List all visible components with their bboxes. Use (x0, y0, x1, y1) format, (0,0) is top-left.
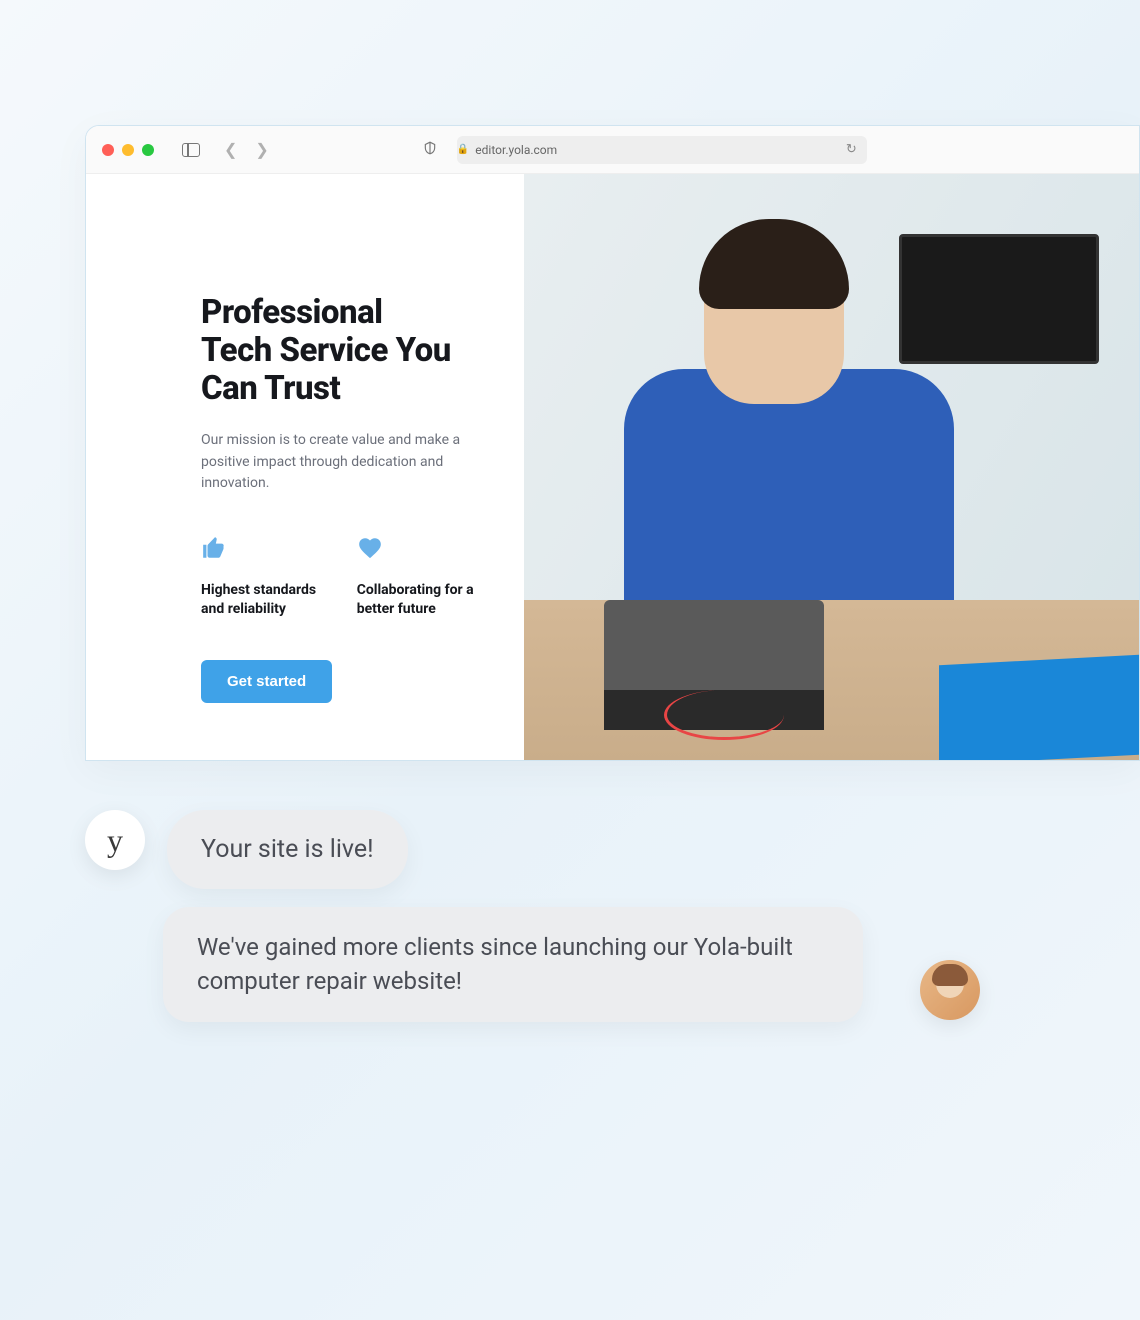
chat-bubble-testimonial: We've gained more clients since launchin… (163, 907, 863, 1022)
hero-image (524, 174, 1139, 760)
hero-image-panel (524, 174, 1139, 760)
maximize-window-icon[interactable] (142, 144, 154, 156)
chat-section: y Your site is live! We've gained more c… (85, 810, 1080, 1040)
feature-text: Highest standards and reliability (201, 581, 321, 620)
hero-left-panel: Professional Tech Service You Can Trust … (86, 174, 524, 760)
traffic-lights (102, 144, 154, 156)
get-started-button[interactable]: Get started (201, 660, 332, 703)
feature-text: Collaborating for a better future (357, 581, 474, 620)
browser-toolbar: ❮ ❯ 🔒 editor.yola.com ↻ (86, 126, 1139, 174)
address-bar[interactable]: 🔒 editor.yola.com ↻ (457, 136, 867, 164)
minimize-window-icon[interactable] (122, 144, 134, 156)
chat-bubble-live: Your site is live! (167, 810, 408, 889)
lock-icon: 🔒 (457, 144, 469, 155)
features-row: Highest standards and reliability Collab… (201, 535, 474, 620)
hero-title: Professional Tech Service You Can Trust (201, 294, 474, 408)
refresh-icon[interactable]: ↻ (846, 142, 857, 157)
page-content: Professional Tech Service You Can Trust … (86, 174, 1139, 760)
back-button[interactable]: ❮ (220, 140, 241, 159)
heart-icon (357, 535, 474, 567)
close-window-icon[interactable] (102, 144, 114, 156)
sidebar-toggle-icon[interactable] (182, 143, 200, 157)
chat-row-yola: y Your site is live! (85, 810, 1080, 889)
thumbs-up-icon (201, 535, 321, 567)
url-text: editor.yola.com (475, 143, 557, 157)
forward-button[interactable]: ❯ (251, 140, 272, 159)
yola-avatar: y (85, 810, 145, 870)
feature-collaboration: Collaborating for a better future (357, 535, 474, 620)
user-avatar (920, 960, 980, 1020)
privacy-shield-icon[interactable] (423, 141, 437, 159)
hero-subtitle: Our mission is to create value and make … (201, 430, 461, 495)
browser-window: ❮ ❯ 🔒 editor.yola.com ↻ Professional Tec… (85, 125, 1140, 761)
feature-reliability: Highest standards and reliability (201, 535, 321, 620)
